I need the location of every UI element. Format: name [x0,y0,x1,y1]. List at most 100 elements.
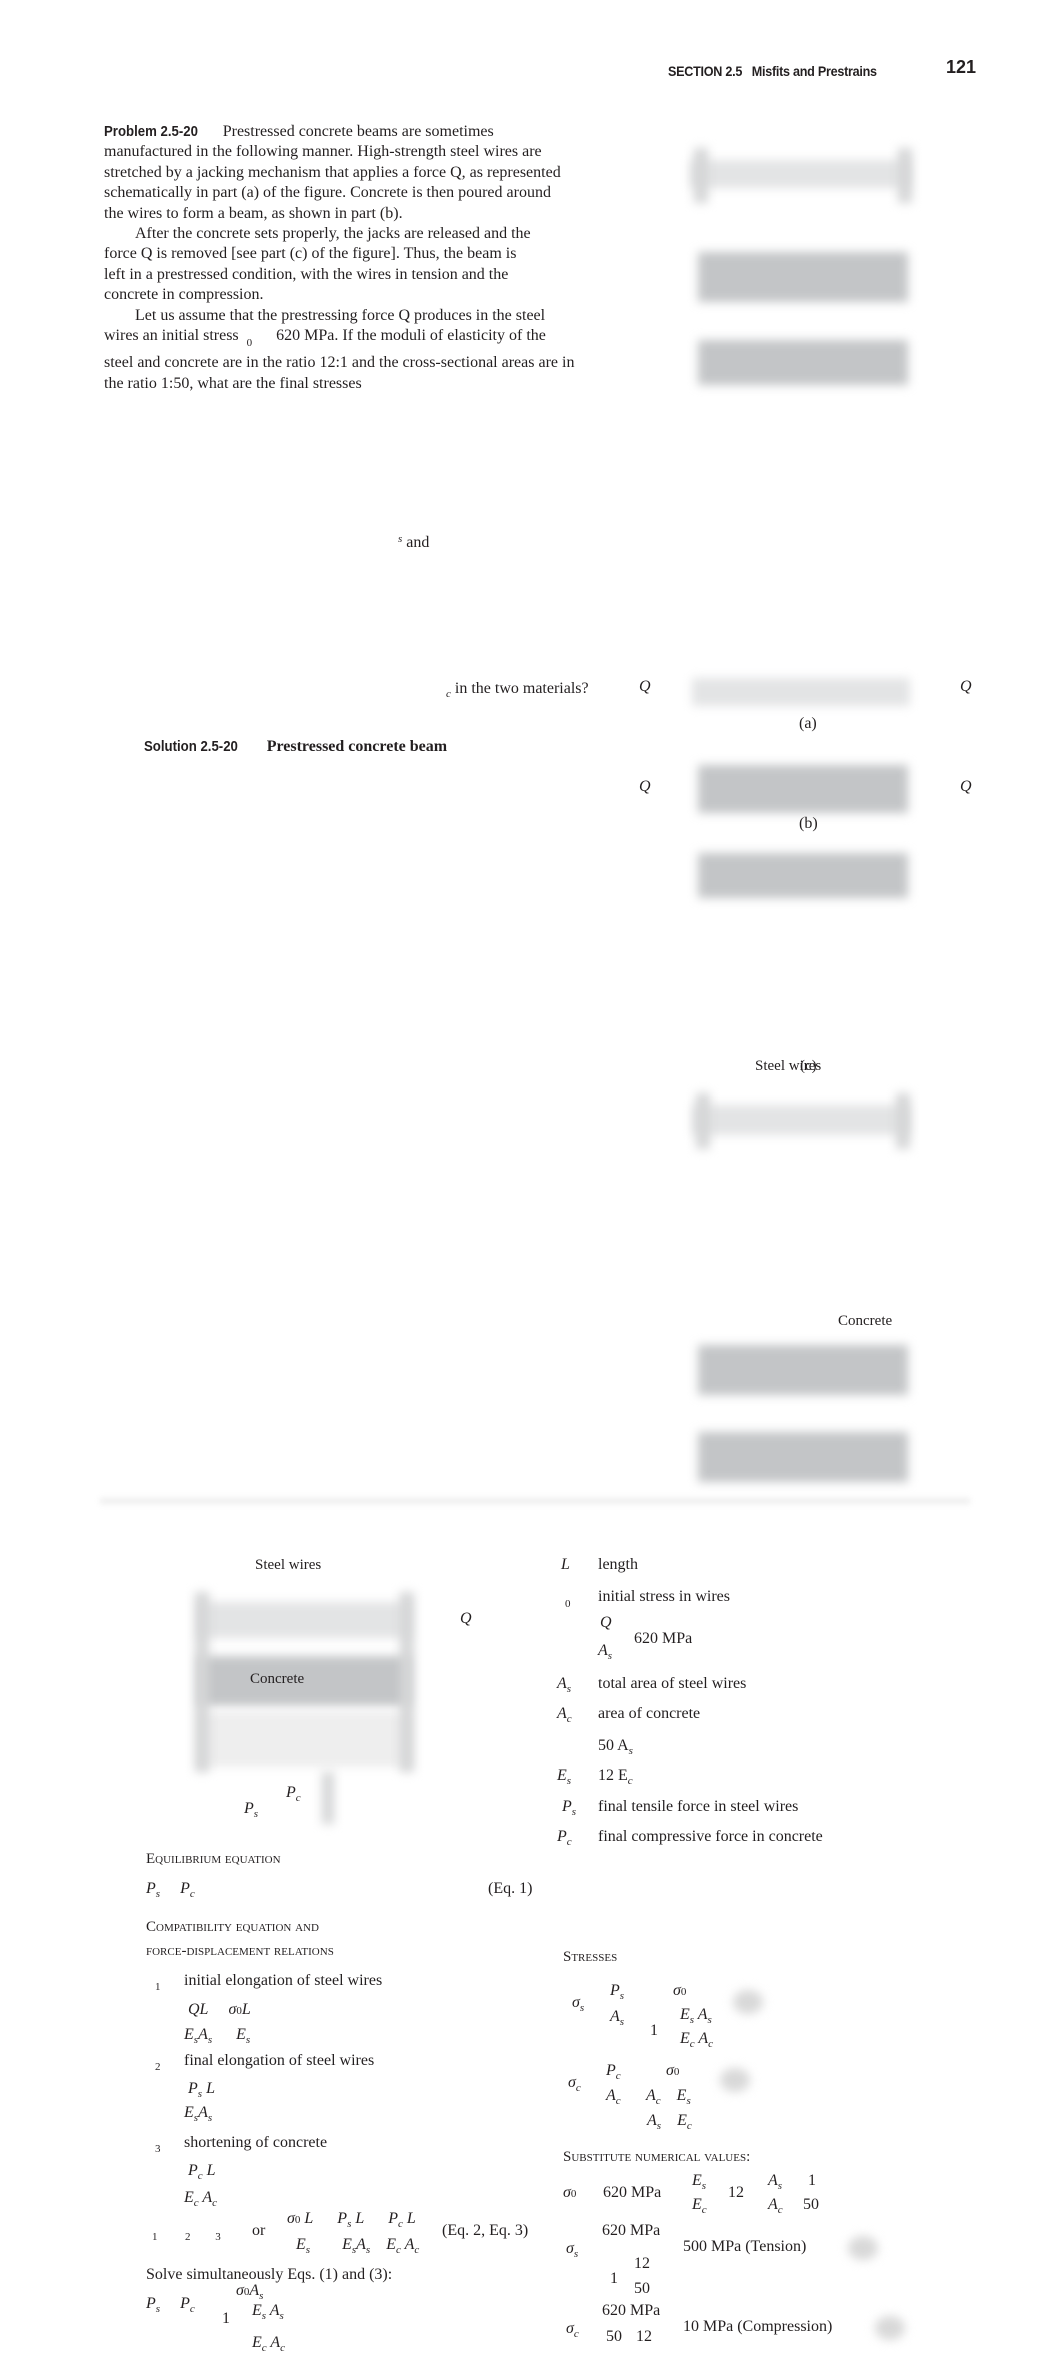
def-text: total area of steel wires [598,1675,747,1692]
subscript: c [566,1713,572,1725]
force-q-label: Q [460,1610,472,1627]
text-and: and [406,534,430,551]
number-twelve: 12 [634,2255,650,2272]
equilibrium-equation: Ps Pc [146,1880,195,1903]
def-symbol: Ac [557,1705,572,1728]
subscript-c: c [446,688,451,700]
force-q-label: Q [639,678,651,695]
problem-line: schematically in part (a) of the figure.… [104,184,551,202]
end-plate [195,1592,209,1772]
pc-label: Pc [286,1784,301,1807]
steel-wires-label: Steel wires [255,1557,322,1573]
number-one: 1 [222,2310,230,2327]
solution-subtitle: Prestressed concrete beam [266,738,448,755]
p-letter: P [180,1880,190,1897]
steel-wires-shape [198,1602,410,1638]
blurred-mark [875,2316,905,2340]
force-q-label: Q [960,678,972,695]
delta-3-text: shortening of concrete [184,2134,328,2151]
solve-text: Solve simultaneously Eqs. (1) and (3): [146,2266,393,2283]
problem-line: stretched by a jacking mechanism that ap… [104,163,561,181]
def-text: area of concrete [598,1705,701,1722]
subscript-s: s [253,1808,259,1820]
sigma0-value: 620 MPa [603,2184,662,2201]
sigma0-value: 620 MPa [634,1630,693,1647]
subscript: c [627,1775,633,1787]
subscript: s [155,1888,161,1900]
figure-c-beam [698,1432,908,1482]
p-letter: P [286,1784,296,1801]
delta-3-label: 3 [155,2143,161,2155]
number-one: 1 [610,2270,618,2287]
def-symbol: L [561,1556,570,1573]
numerator-620: 620 MPa [602,2222,661,2239]
delta-2-text: final elongation of steel wires [184,2052,375,2069]
problem-line: manufactured in the following manner. Hi… [104,143,542,161]
problem-line: the ratio 1:50, what are the final stres… [104,374,362,392]
figure-c-label: (c) [800,1058,817,1074]
delta-2-label: 2 [155,2061,161,2073]
jack-plate [696,1093,710,1149]
sigma-subscript: 0 [246,337,253,350]
blurred-mark [720,2068,750,2092]
figure-b-beam [698,1345,908,1395]
concrete-label: Concrete [250,1671,305,1687]
subscript: c [189,1888,195,1900]
sigma-s-result: 500 MPa (Tension) [683,2238,807,2255]
jack-plate [896,1093,910,1149]
value: 50 A [598,1737,629,1754]
p-letter: P [146,1880,156,1897]
figure-a-beam [692,1105,910,1135]
figure-c-beam [698,853,908,898]
symbol: E [557,1767,567,1784]
subscript: s [628,1745,633,1757]
number-fifty: 50 [634,2280,650,2297]
subscript: s [566,1683,572,1695]
subscript: s [566,1775,572,1787]
fraction-denominator: As [598,1642,612,1665]
problem-statement: Problem 2.5-20 Prestressed concrete beam… [104,122,574,394]
running-header: SECTION 2.5 Misfits and Prestrains [668,62,877,80]
def-text: length [598,1556,638,1573]
eq-1-tag: (Eq. 1) [488,1880,533,1897]
cut-section [322,1772,334,1824]
a-letter: A [598,1642,608,1659]
section-title: Misfits and Prestrains [751,63,877,79]
problem-line: After the concrete sets properly, the ja… [135,225,531,243]
or-text: or [252,2222,266,2239]
number-fifty: 50 [606,2328,622,2345]
def-symbol: Es [557,1767,571,1790]
ratio-a-denominator: 50 [803,2196,819,2213]
blurred-mark [848,2236,878,2260]
free-body-shape [198,1712,410,1767]
problem-line: the wires to form a beam, as shown in pa… [104,204,403,222]
ratio-e-value: 12 [728,2184,744,2201]
force-q-label: Q [960,778,972,795]
problem-label: Problem 2.5-20 [104,123,198,140]
numerator-620: 620 MPa [602,2302,661,2319]
problem-line: left in a prestressed condition, with th… [104,265,509,283]
delta-1-label: 1 [155,1981,161,1993]
figure-a-beam [690,160,910,188]
problem-line: Let us assume that the prestressing forc… [135,306,546,324]
problem-line: wires an initial stress [104,327,239,345]
symbol: P [562,1798,572,1815]
solution-label: Solution 2.5-20 [144,738,238,755]
page-number: 121 [946,57,977,77]
eq-2-3-tag: (Eq. 2, Eq. 3) [442,2222,529,2239]
number-twelve: 12 [636,2328,652,2345]
def-text: final compressive force in concrete [598,1828,823,1845]
section-number: SECTION 2.5 [668,63,743,79]
figure-b-beam [698,765,908,813]
figure-b-beam [698,252,908,302]
delta-1-text: initial elongation of steel wires [184,1972,383,1989]
stresses-heading: Stresses [563,1949,618,1965]
value: 12 E [598,1767,628,1784]
sigma-c-result: 10 MPa (Compression) [683,2318,833,2335]
subscript: s [571,1806,577,1818]
problem-fragment: s and [398,530,429,552]
number-one: 1 [650,2022,658,2039]
symbol: A [557,1705,567,1722]
symbol: A [557,1675,567,1692]
figure-a-label: (a) [799,715,817,732]
